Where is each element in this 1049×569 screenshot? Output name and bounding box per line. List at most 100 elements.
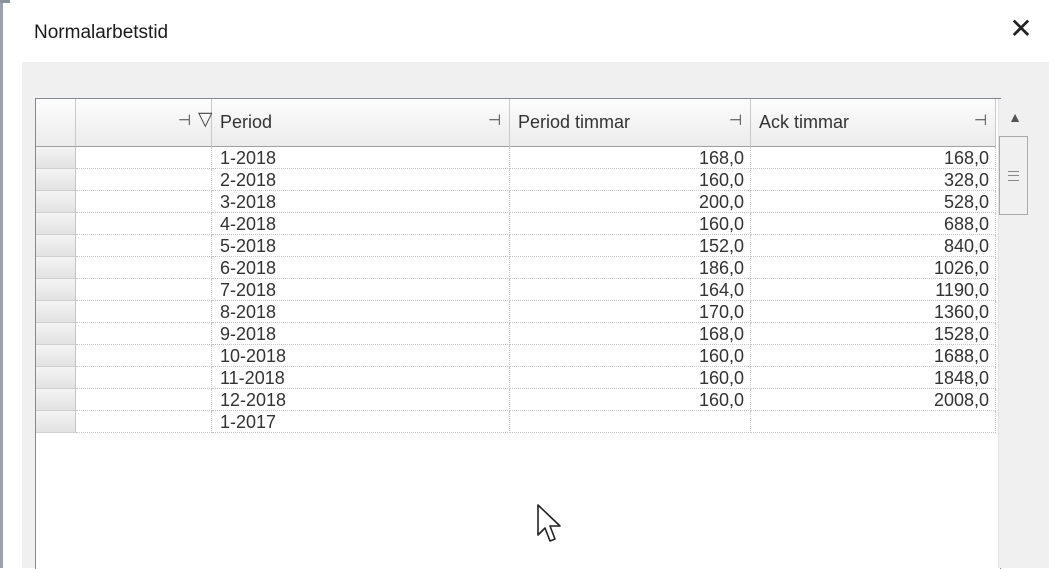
mouse-pointer-icon	[537, 504, 561, 542]
cell-period-timmar[interactable]: 164,0	[510, 279, 751, 301]
data-grid: ▽ ⊣ Period ⊣ Period timmar ⊣ Ack timmar …	[35, 98, 1001, 569]
column-header-period[interactable]: Period ⊣	[212, 99, 510, 147]
column-header-label: Period	[220, 112, 273, 132]
pin-icon[interactable]: ⊣	[974, 111, 987, 129]
cell-period: 5-2018	[212, 235, 510, 257]
row-filter-cell	[76, 389, 212, 411]
cell-period: 4-2018	[212, 213, 510, 235]
row-selector[interactable]	[36, 169, 76, 191]
cell-period: 6-2018	[212, 257, 510, 279]
row-selector[interactable]	[36, 191, 76, 213]
row-selector[interactable]	[36, 345, 76, 367]
row-filter-cell	[76, 235, 212, 257]
cell-period-timmar[interactable]: 168,0	[510, 147, 751, 169]
row-selector[interactable]	[36, 213, 76, 235]
column-header-label: Period timmar	[518, 112, 631, 132]
pin-icon[interactable]: ⊣	[178, 111, 191, 129]
row-filter-cell	[76, 279, 212, 301]
table-row[interactable]: 5-2018 152,0 840,0	[36, 235, 1000, 257]
row-filter-cell	[76, 213, 212, 235]
cell-ack-timmar: 1190,0	[751, 279, 996, 301]
cell-period: 9-2018	[212, 323, 510, 345]
table-row[interactable]: 11-2018 160,0 1848,0	[36, 367, 1000, 389]
cell-ack-timmar: 168,0	[751, 147, 996, 169]
window-left-border	[0, 0, 3, 568]
row-selector[interactable]	[36, 411, 76, 433]
row-selector[interactable]	[36, 235, 76, 257]
cell-period-timmar[interactable]: 152,0	[510, 235, 751, 257]
cell-period-timmar[interactable]: 160,0	[510, 389, 751, 411]
table-row[interactable]: 6-2018 186,0 1026,0	[36, 257, 1000, 279]
table-row[interactable]: 8-2018 170,0 1360,0	[36, 301, 1000, 323]
row-filter-cell	[76, 411, 212, 433]
cell-ack-timmar: 1026,0	[751, 257, 996, 279]
row-selector[interactable]	[36, 147, 76, 169]
row-selector[interactable]	[36, 301, 76, 323]
row-selector[interactable]	[36, 279, 76, 301]
row-filter-cell	[76, 169, 212, 191]
cell-period-timmar[interactable]	[510, 411, 751, 433]
row-filter-cell	[76, 323, 212, 345]
cell-ack-timmar: 688,0	[751, 213, 996, 235]
scrollbar-grip	[1008, 171, 1019, 181]
cell-ack-timmar: 840,0	[751, 235, 996, 257]
row-selector[interactable]	[36, 389, 76, 411]
table-row[interactable]: 3-2018 200,0 528,0	[36, 191, 1000, 213]
filter-icon[interactable]: ▽	[198, 108, 213, 131]
cell-period-timmar[interactable]: 160,0	[510, 345, 751, 367]
row-filter-cell	[76, 345, 212, 367]
cell-period: 12-2018	[212, 389, 510, 411]
cell-period-timmar[interactable]: 160,0	[510, 213, 751, 235]
column-header-label: Ack timmar	[759, 112, 849, 132]
column-header-period-timmar[interactable]: Period timmar ⊣	[510, 99, 751, 147]
table-row[interactable]: 2-2018 160,0 328,0	[36, 169, 1000, 191]
row-filter-cell	[76, 191, 212, 213]
close-icon[interactable]: ✕	[1006, 14, 1036, 44]
scrollbar-thumb[interactable]	[999, 136, 1028, 215]
table-row[interactable]: 4-2018 160,0 688,0	[36, 213, 1000, 235]
table-row[interactable]: 12-2018 160,0 2008,0	[36, 389, 1000, 411]
cell-period: 2-2018	[212, 169, 510, 191]
table-row[interactable]: 7-2018 164,0 1190,0	[36, 279, 1000, 301]
cell-ack-timmar: 1688,0	[751, 345, 996, 367]
window-left-border-tick	[0, 0, 10, 3]
cell-period: 11-2018	[212, 367, 510, 389]
vertical-scrollbar[interactable]: ▲	[998, 99, 1031, 568]
row-selector[interactable]	[36, 323, 76, 345]
cell-period: 1-2017	[212, 411, 510, 433]
cell-period: 1-2018	[212, 147, 510, 169]
pin-icon[interactable]: ⊣	[488, 111, 501, 129]
cell-period-timmar[interactable]: 200,0	[510, 191, 751, 213]
row-selector[interactable]	[36, 257, 76, 279]
column-header-ack-timmar[interactable]: Ack timmar ⊣	[751, 99, 996, 147]
dialog-title: Normalarbetstid	[34, 22, 169, 43]
cell-ack-timmar: 528,0	[751, 191, 996, 213]
pin-icon[interactable]: ⊣	[729, 111, 742, 129]
cell-period-timmar[interactable]: 160,0	[510, 169, 751, 191]
cell-ack-timmar	[751, 411, 996, 433]
cell-ack-timmar: 328,0	[751, 169, 996, 191]
table-row[interactable]: 9-2018 168,0 1528,0	[36, 323, 1000, 345]
cell-period: 10-2018	[212, 345, 510, 367]
cell-period-timmar[interactable]: 168,0	[510, 323, 751, 345]
row-filter-cell	[76, 367, 212, 389]
row-selector[interactable]	[36, 367, 76, 389]
chevron-up-icon[interactable]: ▲	[999, 99, 1031, 135]
cell-period-timmar[interactable]: 170,0	[510, 301, 751, 323]
cell-period: 3-2018	[212, 191, 510, 213]
table-row[interactable]: 10-2018 160,0 1688,0	[36, 345, 1000, 367]
header-filter-cell: ▽ ⊣	[76, 99, 213, 147]
table-row[interactable]: 1-2018 168,0 168,0	[36, 147, 1000, 169]
row-filter-cell	[76, 147, 212, 169]
cell-period: 8-2018	[212, 301, 510, 323]
row-filter-cell	[76, 257, 212, 279]
table-row[interactable]: 1-2017	[36, 411, 1000, 433]
cell-period-timmar[interactable]: 186,0	[510, 257, 751, 279]
row-filter-cell	[76, 301, 212, 323]
cell-period: 7-2018	[212, 279, 510, 301]
cell-ack-timmar: 1528,0	[751, 323, 996, 345]
cell-ack-timmar: 1848,0	[751, 367, 996, 389]
cell-ack-timmar: 2008,0	[751, 389, 996, 411]
header-row-indicator	[36, 99, 76, 147]
cell-period-timmar[interactable]: 160,0	[510, 367, 751, 389]
